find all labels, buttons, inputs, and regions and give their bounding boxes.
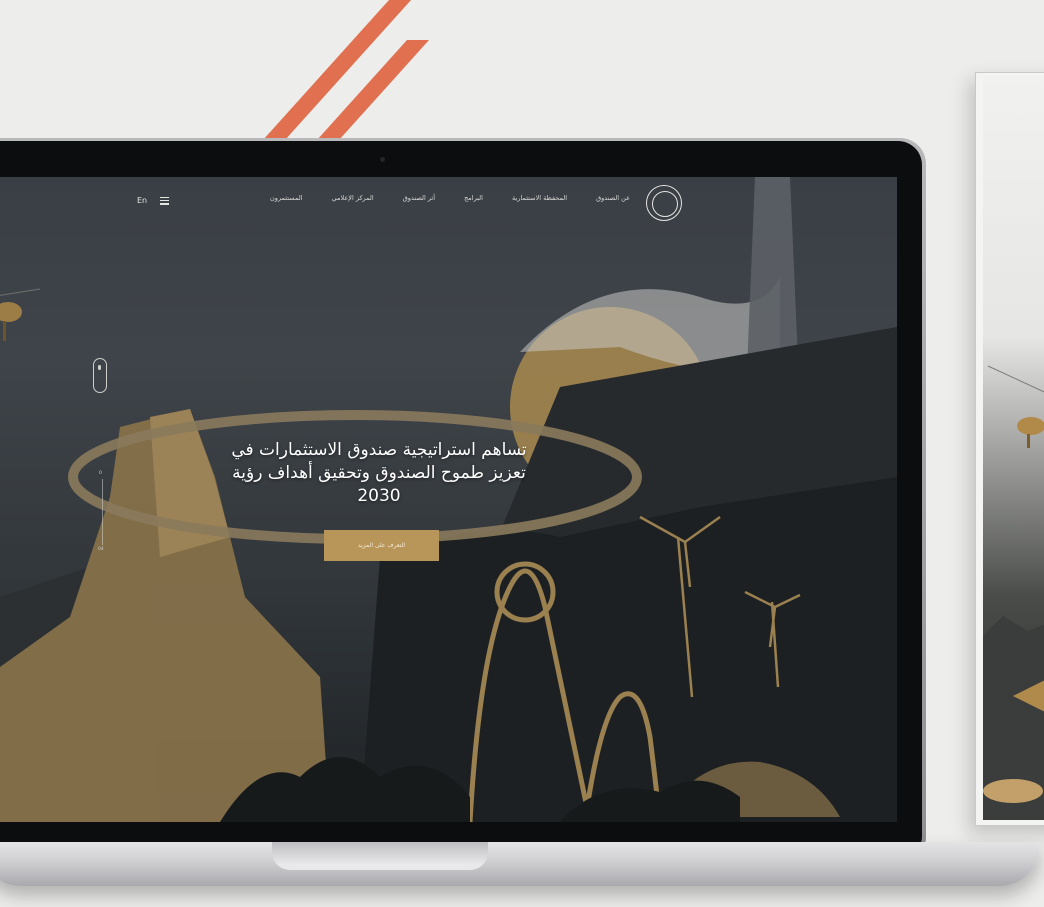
hero-headline-line1: تساهم استراتيجية صندوق الاستثمارات في xyxy=(231,440,527,460)
helicopter-image xyxy=(1017,417,1044,448)
hero-headline: تساهم استراتيجية صندوق الاستثمارات في تع… xyxy=(208,439,550,508)
slide-current-number: 0 xyxy=(99,471,102,476)
camera-icon xyxy=(380,157,385,162)
nav-investment-portfolio[interactable]: المحفظة الاستثمارية xyxy=(512,194,567,202)
hero-headline-line2: تعزيز طموح الصندوق وتحقيق أهداف رؤية xyxy=(232,463,526,483)
nav-links: المستثمرون المركز الإعلامي أثر الصندوق ا… xyxy=(270,194,630,202)
laptop-notch xyxy=(272,842,488,870)
slide-total-number: 04 xyxy=(98,547,104,552)
emblem-logo-icon[interactable] xyxy=(646,185,682,221)
hero-headline-line3: 2030 xyxy=(357,486,401,506)
slide-progress-track xyxy=(102,479,103,545)
nav-investors[interactable]: المستثمرون xyxy=(270,194,303,202)
nav-programs[interactable]: البرامج xyxy=(464,194,483,202)
helicopter-image xyxy=(0,288,41,341)
learn-more-button[interactable]: التعرف على المزيد xyxy=(324,530,439,561)
laptop-base xyxy=(0,842,1040,886)
nav-media-center[interactable]: المركز الإعلامي xyxy=(332,194,374,202)
scroll-mouse-icon[interactable] xyxy=(93,358,107,393)
tablet-screen xyxy=(983,76,1044,820)
top-navigation: En المستثمرون المركز الإعلامي أثر الصندو… xyxy=(0,177,897,227)
decor-stripe-2 xyxy=(316,40,430,140)
nav-fund-impact[interactable]: أثر الصندوق xyxy=(403,194,435,202)
menu-icon[interactable] xyxy=(160,197,169,205)
website-screen: En المستثمرون المركز الإعلامي أثر الصندو… xyxy=(0,177,897,822)
nav-about-fund[interactable]: عن الصندوق xyxy=(596,194,630,202)
language-toggle[interactable]: En xyxy=(137,196,147,205)
